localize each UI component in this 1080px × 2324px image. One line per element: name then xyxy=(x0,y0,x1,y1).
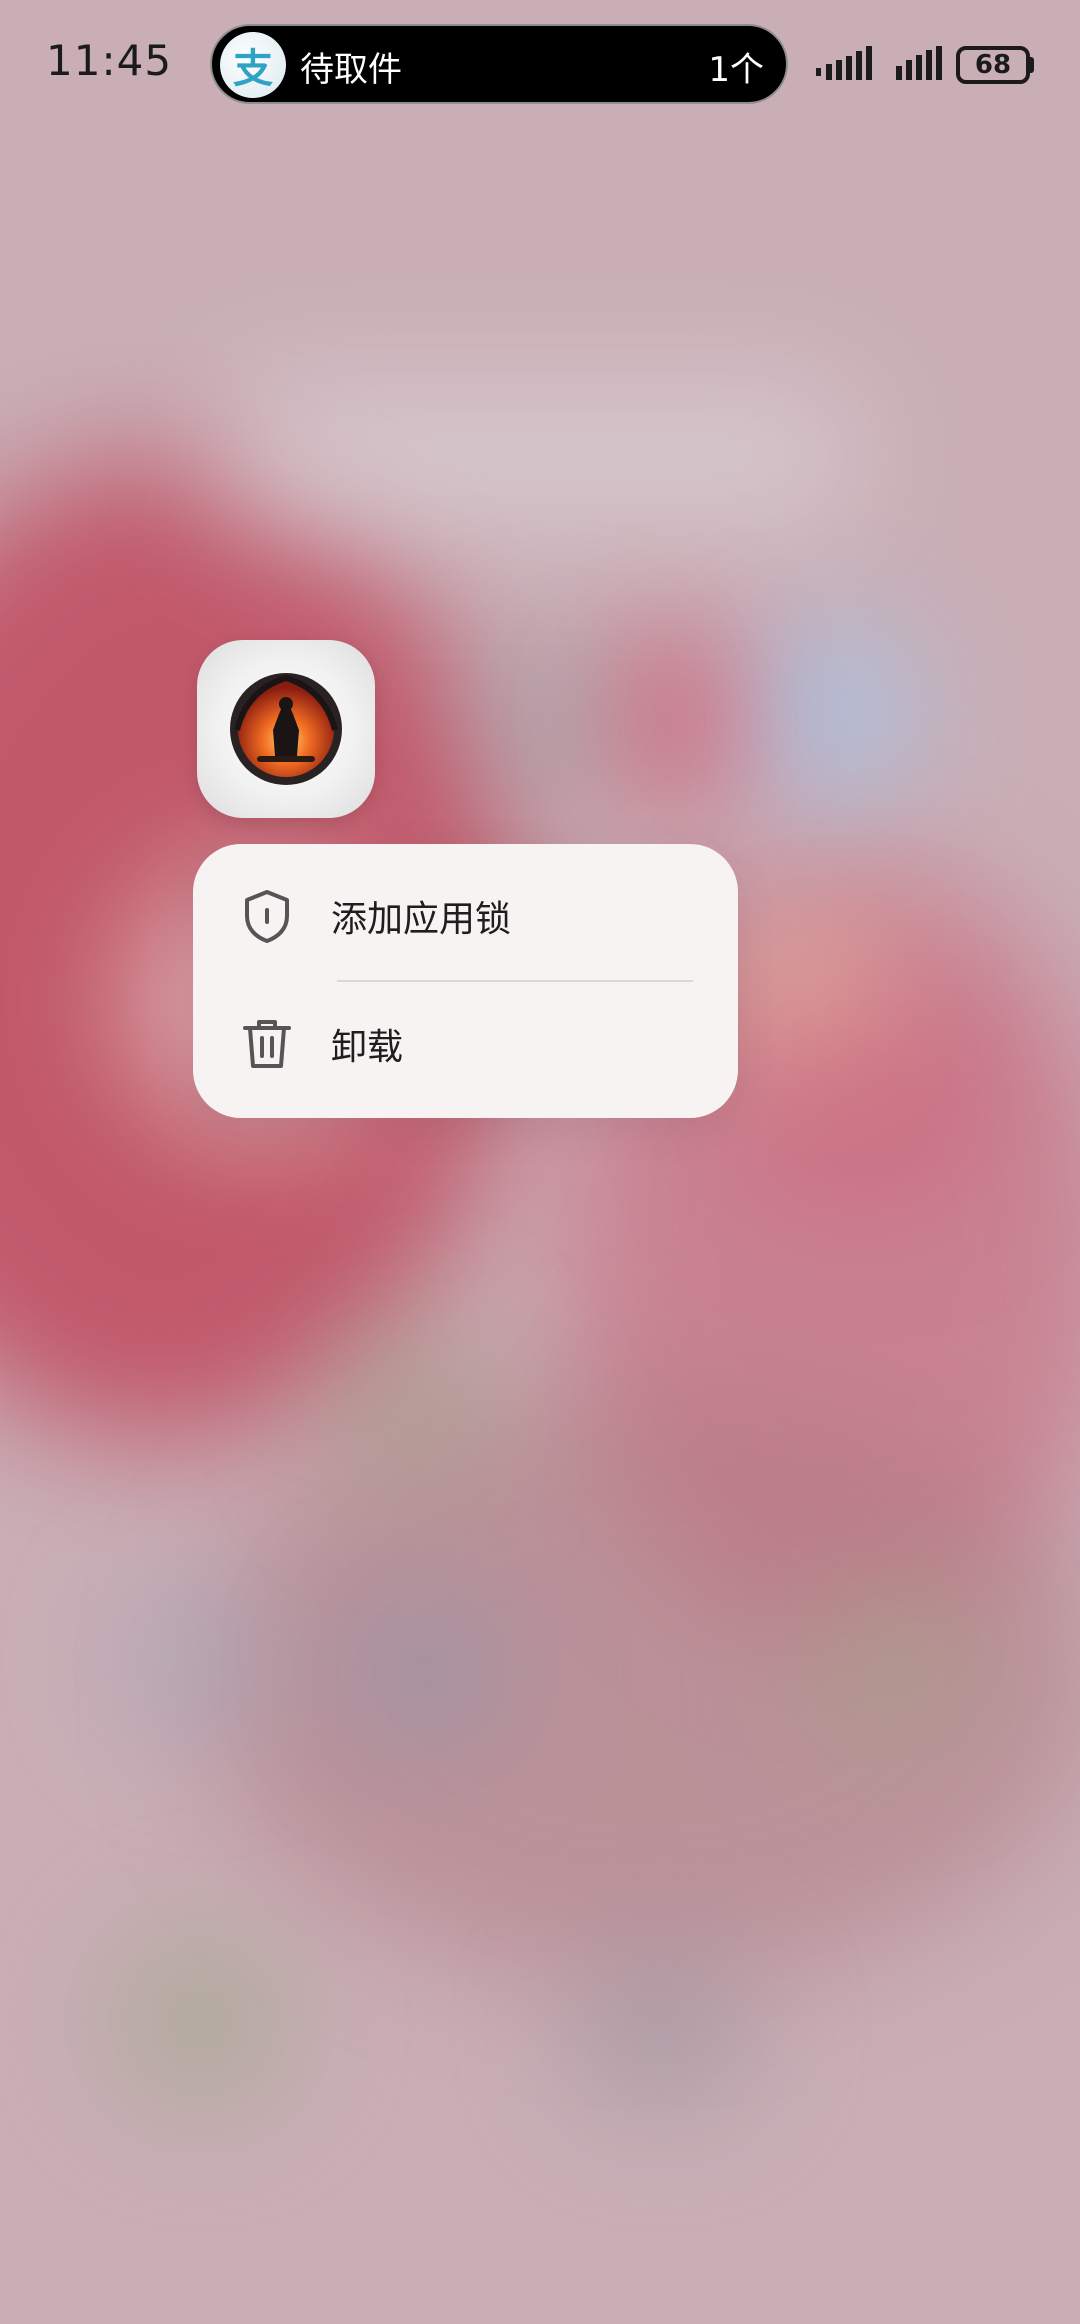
signal-strength-icon-2 xyxy=(896,46,944,80)
shield-icon xyxy=(241,888,293,944)
status-time: 11:45 xyxy=(46,36,173,85)
game-artwork-icon xyxy=(227,670,345,788)
island-count: 1个 xyxy=(708,50,764,90)
battery-icon: 68 xyxy=(956,46,1030,84)
blurred-homescreen xyxy=(0,0,1080,2324)
battery-tip xyxy=(1028,57,1034,73)
app-context-menu: 添加应用锁 卸载 xyxy=(193,844,738,1118)
menu-label-add-app-lock: 添加应用锁 xyxy=(331,899,512,940)
trash-icon xyxy=(241,1016,293,1072)
game-app-icon[interactable] xyxy=(197,640,375,818)
menu-label-uninstall: 卸载 xyxy=(331,1027,404,1068)
alipay-app-icon: 支 xyxy=(220,32,286,98)
island-title: 待取件 xyxy=(300,50,402,90)
menu-item-add-app-lock[interactable]: 添加应用锁 xyxy=(193,854,738,978)
live-activity-island[interactable]: 支 待取件 1个 xyxy=(210,24,788,104)
signal-strength-icon-1 xyxy=(816,46,876,80)
menu-item-uninstall[interactable]: 卸载 xyxy=(193,982,738,1106)
battery-level: 68 xyxy=(974,50,1012,80)
